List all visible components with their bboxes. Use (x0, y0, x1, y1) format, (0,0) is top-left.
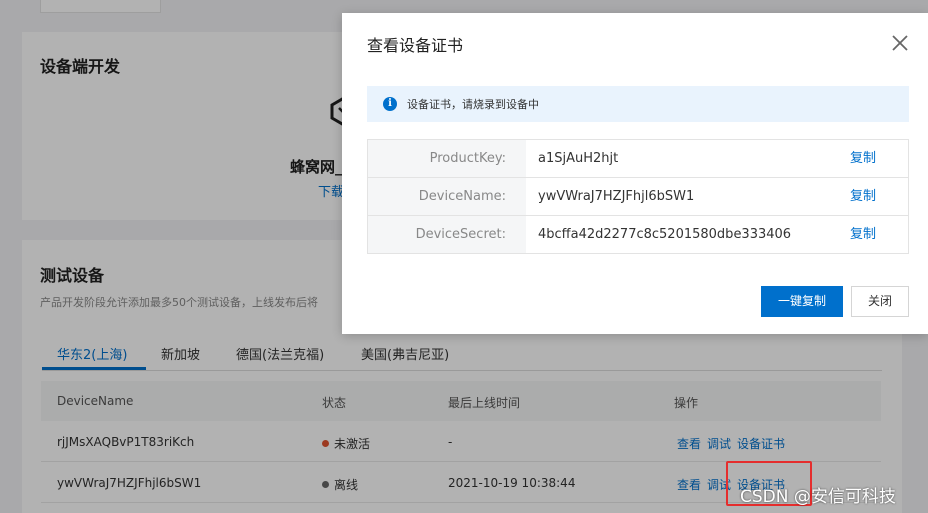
copy-all-button[interactable]: 一键复制 (761, 286, 843, 317)
field-label: DeviceName: (368, 178, 526, 215)
info-alert: i 设备证书，请烧录到设备中 (367, 86, 909, 122)
copy-button[interactable]: 复制 (850, 140, 876, 177)
alert-text: 设备证书，请烧录到设备中 (407, 98, 539, 111)
info-icon: i (383, 97, 397, 111)
csdn-watermark: CSDN @安信可科技 (740, 487, 896, 507)
field-value: ywVWraJ7HZJFhjl6bSW1 (538, 189, 695, 204)
cert-row-device-name: DeviceName: ywVWraJ7HZJFhjl6bSW1 复制 (368, 178, 908, 216)
field-label: DeviceSecret: (368, 216, 526, 253)
cert-fields: ProductKey: a1SjAuH2hjt 复制 DeviceName: y… (367, 139, 909, 254)
copy-button[interactable]: 复制 (850, 178, 876, 215)
field-label: ProductKey: (368, 140, 526, 177)
field-value: a1SjAuH2hjt (538, 151, 619, 166)
copy-button[interactable]: 复制 (850, 216, 876, 253)
cert-row-device-secret: DeviceSecret: 4bcffa42d2277c8c5201580dbe… (368, 216, 908, 253)
modal-title: 查看设备证书 (367, 36, 464, 55)
field-value: 4bcffa42d2277c8c5201580dbe333406 (538, 227, 792, 242)
close-button[interactable]: 关闭 (851, 286, 909, 317)
device-cert-modal: 查看设备证书 i 设备证书，请烧录到设备中 ProductKey: a1SjAu… (342, 13, 928, 334)
cert-row-product-key: ProductKey: a1SjAuH2hjt 复制 (368, 140, 908, 178)
close-icon[interactable] (890, 33, 910, 53)
